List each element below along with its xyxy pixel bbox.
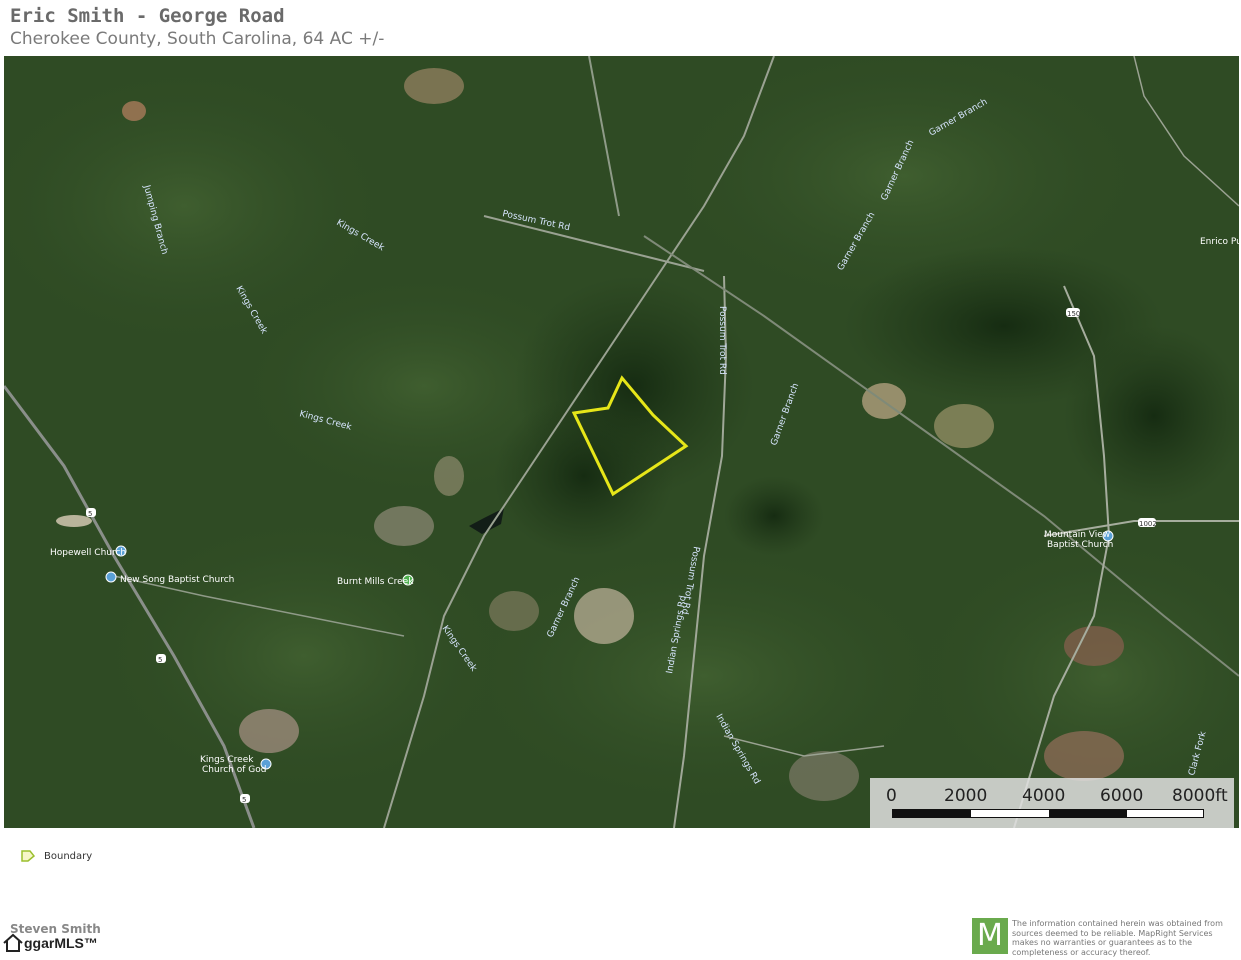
dark-forest	[1064, 326, 1239, 506]
poi-label: New Song Baptist Church	[120, 575, 234, 585]
scale-segment	[893, 810, 971, 817]
clearing	[789, 751, 859, 801]
clearing	[404, 68, 464, 104]
legend-label: Boundary	[44, 850, 93, 862]
poi-label: Kings Creek	[200, 755, 254, 765]
mapright-logo: M	[972, 918, 1008, 954]
mls-logo: ggarMLS™	[2, 932, 98, 954]
scale-tick: 0	[886, 786, 897, 806]
route-shield-label: 5	[88, 510, 92, 518]
clearing	[934, 404, 994, 448]
poi-label: Church of God	[202, 765, 266, 775]
page-title: Eric Smith - George Road	[10, 5, 285, 27]
scale-bar: 0 2000 4000 6000 8000ft	[870, 778, 1234, 828]
clearing	[239, 709, 299, 753]
route-shield-label: 5	[242, 796, 246, 804]
dark-forest	[724, 476, 824, 556]
clearing	[434, 456, 464, 496]
scale-tick: 8000ft	[1172, 786, 1228, 806]
disclaimer: The information contained herein was obt…	[1012, 919, 1223, 957]
clearing	[122, 101, 146, 121]
route-shield-label: 5	[158, 656, 162, 664]
boundary-icon	[21, 850, 36, 862]
mls-brand: ggarMLS™	[24, 935, 98, 951]
scale-tick: 6000	[1100, 786, 1144, 806]
poi-label: Burnt Mills Creek	[337, 577, 414, 587]
clearing	[374, 506, 434, 546]
church-pin-icon[interactable]	[105, 571, 117, 583]
scale-tick: 2000	[944, 786, 988, 806]
clearing	[574, 588, 634, 644]
scale-segment	[1049, 810, 1127, 817]
poi-label: Baptist Church	[1047, 540, 1113, 550]
poi-label: Mountain View	[1044, 530, 1110, 540]
house-icon	[3, 933, 23, 952]
clearing	[1044, 731, 1124, 781]
clearing	[489, 591, 539, 631]
dark-forest	[494, 396, 674, 556]
route-shield-label: 150	[1067, 310, 1080, 318]
page-subtitle: Cherokee County, South Carolina, 64 AC +…	[10, 29, 385, 49]
legend: Boundary	[20, 849, 92, 863]
scale-line	[892, 809, 1204, 818]
place-label: Enrico Pu	[1200, 237, 1239, 247]
clearing	[56, 515, 92, 527]
route-shield-label: 1002	[1139, 520, 1157, 528]
scale-tick: 4000	[1022, 786, 1066, 806]
road-label: Possum Trot Rd	[717, 306, 727, 375]
map-canvas: 5 5 5 150 1002 Possum Trot Rd Possum Tro…	[4, 56, 1239, 828]
poi-label: Hopewell Church	[50, 548, 126, 558]
satellite-map[interactable]: 5 5 5 150 1002 Possum Trot Rd Possum Tro…	[4, 56, 1239, 828]
